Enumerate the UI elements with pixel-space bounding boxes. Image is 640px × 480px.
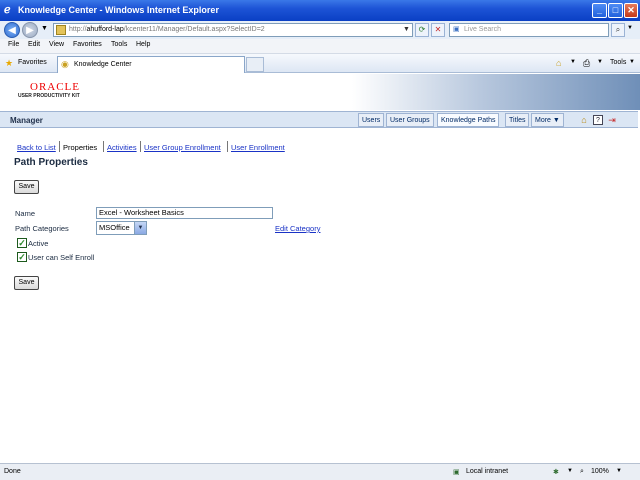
address-dropdown-icon[interactable]: ▼ [401,24,412,36]
save-button-top[interactable]: Save [14,180,39,194]
home-toolbar-icon[interactable]: ⌂ [556,58,561,68]
home-dropdown-icon[interactable]: ▼ [570,59,576,65]
search-icon[interactable]: ⌕ [611,23,625,37]
oracle-wordmark: ORACLE [30,81,80,93]
path-categories-select[interactable]: MSOffice ▼ [96,221,147,235]
stop-icon[interactable]: ✕ [431,23,445,37]
window-title: Knowledge Center - Windows Internet Expl… [18,5,219,15]
address-host: ahufford-lap [86,26,124,33]
manager-title: Manager [10,116,43,125]
protected-mode-icon[interactable]: ✱ [553,468,559,476]
name-field[interactable]: Excel - Worksheet Basics [96,207,273,219]
close-button[interactable]: ✕ [624,3,638,18]
print-icon[interactable]: ⎙ [583,58,590,69]
protected-dropdown-icon[interactable]: ▼ [567,468,573,474]
manager-bar: Manager Users User Groups Knowledge Path… [0,111,638,128]
address-bar[interactable]: http://ahufford-lap/kcenter11/Manager/De… [53,23,413,37]
subnav-separator [103,141,104,152]
tab-more[interactable]: More ▼ [531,113,564,127]
page-title: Path Properties [14,157,88,168]
path-categories-label: Path Categories [15,224,69,233]
live-search-icon: ▣ [453,26,460,33]
recent-pages-dropdown-icon[interactable]: ▼ [41,25,48,32]
app-header [0,74,640,110]
window-title-bar[interactable]: ℯ Knowledge Center - Windows Internet Ex… [0,0,640,21]
refresh-icon[interactable]: ⟳ [415,23,429,37]
tab-users[interactable]: Users [358,113,385,127]
zoom-level[interactable]: 100% [591,468,609,475]
tab-titles[interactable]: Titles [505,113,530,127]
search-options-icon[interactable]: ▼ [627,25,633,31]
favorites-button[interactable]: Favorites [18,59,47,66]
menu-bar: File Edit View Favorites Tools Help [0,39,640,54]
user-group-enrollment-link[interactable]: User Group Enrollment [144,143,221,152]
status-text: Done [4,468,21,475]
tools-button[interactable]: Tools [610,59,626,66]
new-tab-button[interactable] [246,57,264,72]
home-icon[interactable]: ⌂ [579,115,589,125]
active-label: Active [28,239,49,248]
path-categories-value: MSOffice [99,223,130,232]
search-input[interactable]: ▣ Live Search [449,23,609,37]
menu-file[interactable]: File [8,41,19,48]
properties-label: Properties [63,143,98,152]
zoom-dropdown-icon[interactable]: ▼ [616,468,622,474]
subnav-separator [227,141,228,152]
intranet-zone-icon: ▣ [453,469,460,476]
tab-knowledge-center[interactable]: ◉ Knowledge Center [57,56,245,73]
ie-logo-icon: ℯ [4,4,11,16]
logout-icon[interactable]: ⇥ [607,115,617,125]
tab-page-icon: ◉ [61,59,69,69]
back-button[interactable]: ◀ [4,22,20,38]
favorites-star-icon[interactable]: ★ [5,58,13,69]
chevron-down-icon: ▼ [134,222,146,234]
name-label: Name [15,209,36,218]
menu-favorites[interactable]: Favorites [73,41,102,48]
menu-edit[interactable]: Edit [28,41,40,48]
self-enroll-checkbox[interactable]: ✓ [17,252,27,262]
subnav-separator [59,141,60,152]
maximize-button[interactable]: □ [608,3,623,18]
save-button-bottom[interactable]: Save [14,276,39,290]
page-icon [56,25,66,35]
address-prefix: http:// [69,26,87,33]
tools-dropdown-icon[interactable]: ▼ [629,59,635,65]
active-checkbox[interactable]: ✓ [17,238,27,248]
user-enrollment-link[interactable]: User Enrollment [231,143,285,152]
menu-tools[interactable]: Tools [111,41,127,48]
oracle-upk-logo: ORACLE USER PRODUCTIVITY KIT [18,82,80,100]
zoom-icon[interactable]: ⌕ [580,468,584,476]
tab-knowledge-paths[interactable]: Knowledge Paths [437,113,500,127]
menu-help[interactable]: Help [136,41,150,48]
address-toolbar: ◀ ▶ ▼ http://ahufford-lap/kcenter11/Mana… [0,21,640,39]
forward-button[interactable]: ▶ [22,22,38,38]
print-dropdown-icon[interactable]: ▼ [597,59,603,65]
back-to-list-link[interactable]: Back to List [17,143,56,152]
upk-wordmark: USER PRODUCTIVITY KIT [18,93,80,99]
zone-label: Local intranet [466,468,509,475]
search-placeholder: Live Search [464,26,501,33]
status-bar: Done ▣ Local intranet ✱ ▼ ⌕ 100% ▼ [0,463,640,480]
help-icon[interactable]: ? [593,115,603,125]
address-path: /kcenter11/Manager/Default.aspx?SelectID… [123,26,265,33]
favorites-bar: ★ Favorites ◉ Knowledge Center ⌂ ▼ ⎙ ▼ T… [0,54,640,73]
tab-label: Knowledge Center [74,61,132,68]
menu-view[interactable]: View [49,41,64,48]
minimize-button[interactable]: _ [592,3,607,18]
edit-category-link[interactable]: Edit Category [275,224,320,233]
self-enroll-label: User can Self Enroll [28,253,95,262]
activities-link[interactable]: Activities [107,143,137,152]
tab-user-groups[interactable]: User Groups [386,113,434,127]
subnav-separator [140,141,141,152]
